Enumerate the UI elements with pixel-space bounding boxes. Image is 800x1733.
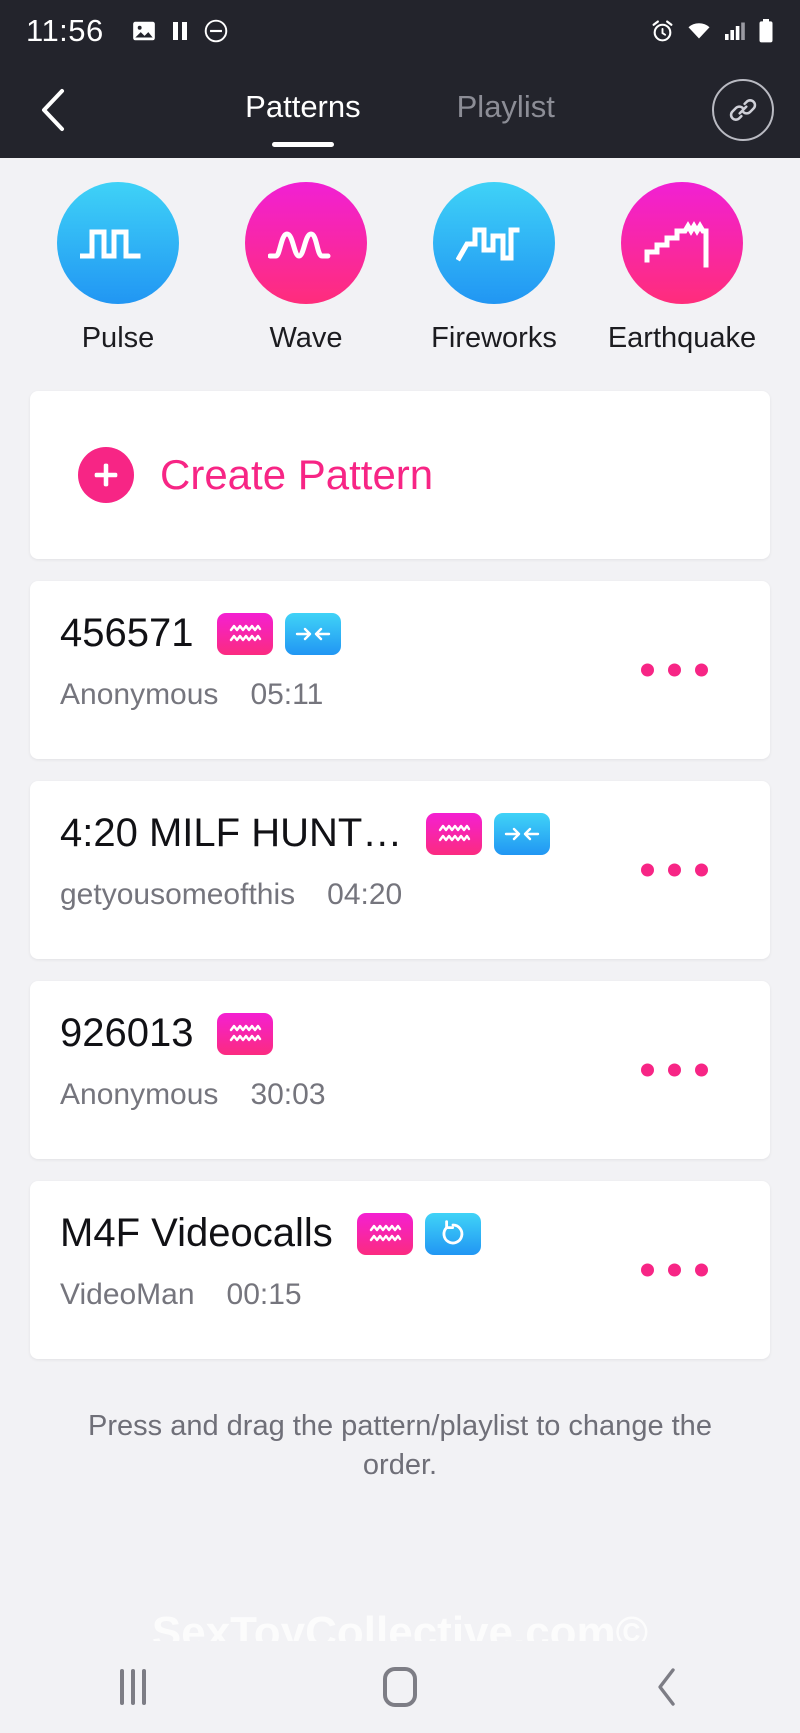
create-pattern-card[interactable]: Create Pattern	[30, 391, 770, 559]
wifi-icon	[686, 19, 712, 43]
status-bar: 11:56	[0, 0, 800, 62]
list-item[interactable]: M4F Videocalls VideoMan 00:15	[30, 1181, 770, 1359]
back-icon[interactable]	[612, 1652, 722, 1722]
fireworks-circle	[433, 182, 555, 304]
dot	[641, 1263, 654, 1277]
android-nav-bar	[0, 1641, 800, 1733]
status-time: 11:56	[26, 13, 104, 48]
list-item[interactable]: 456571 Anonymous 05:11	[30, 581, 770, 759]
list-item-header: 926013	[60, 1011, 740, 1056]
create-pattern-label: Create Pattern	[160, 451, 434, 498]
dot	[695, 1263, 708, 1277]
step-wave-icon	[456, 227, 520, 262]
plus-icon	[78, 447, 134, 503]
app-screen: 11:56 Patterns Playlist Pulse Wave Firew…	[0, 0, 800, 1733]
list-item-title: M4F Videocalls	[60, 1211, 333, 1255]
cellular-signal-icon	[723, 19, 747, 43]
recents-icon[interactable]	[78, 1652, 188, 1722]
tab-patterns-label: Patterns	[245, 89, 361, 124]
more-options-button[interactable]	[641, 1063, 708, 1077]
rotation-badge	[424, 1212, 481, 1255]
list-item-author: getyousomeofthis	[60, 878, 296, 911]
list-item-meta: getyousomeofthis 04:20	[60, 878, 740, 912]
tab-active-indicator	[271, 142, 334, 147]
home-icon[interactable]	[345, 1652, 455, 1722]
list-item-meta: Anonymous 30:03	[60, 1078, 740, 1112]
vibration-badge	[356, 1212, 413, 1255]
list-item-badges	[217, 1012, 274, 1055]
dot	[668, 1063, 681, 1077]
sine-wave-icon	[268, 231, 331, 259]
list-item-meta: Anonymous 05:11	[60, 678, 740, 712]
dot	[641, 1063, 654, 1077]
dot	[668, 663, 681, 677]
dot	[641, 863, 654, 877]
square-wave-icon	[80, 229, 141, 259]
battery-icon	[758, 18, 774, 44]
pause-icon	[170, 19, 190, 43]
contract-arrows-badge	[494, 812, 551, 855]
app-header: Patterns Playlist	[0, 62, 800, 158]
list-item-duration: 30:03	[250, 1078, 326, 1111]
pattern-presets-row: Pulse Wave Fireworks Earthquake	[0, 158, 800, 369]
pattern-preset-earthquake[interactable]: Earthquake	[588, 182, 776, 355]
pattern-preset-wave-label: Wave	[269, 322, 343, 354]
pulse-circle	[57, 182, 179, 304]
contract-arrows-badge	[285, 612, 342, 655]
list-item-header: 4:20 MILF HUNT…	[60, 811, 740, 856]
dot	[695, 863, 708, 877]
list-item-author: Anonymous	[60, 1078, 219, 1111]
list-item-duration: 04:20	[327, 878, 403, 911]
status-bar-left: 11:56	[26, 13, 229, 49]
list-item-badges	[426, 812, 551, 855]
recents-bars	[120, 1669, 147, 1705]
alarm-icon	[650, 19, 675, 44]
list-item[interactable]: 926013 Anonymous 30:03	[30, 981, 770, 1159]
pattern-preset-fireworks-label: Fireworks	[431, 322, 557, 354]
dot	[641, 663, 654, 677]
list-item-duration: 00:15	[226, 1278, 302, 1311]
tab-patterns[interactable]: Patterns	[245, 89, 361, 147]
pattern-preset-earthquake-label: Earthquake	[607, 322, 757, 354]
wave-circle	[245, 182, 367, 304]
more-options-button[interactable]	[641, 663, 708, 677]
tab-playlist-label: Playlist	[456, 89, 555, 124]
vibration-badge	[426, 812, 483, 855]
list-item-author: Anonymous	[60, 678, 219, 711]
list-item-header: M4F Videocalls	[60, 1211, 740, 1256]
drag-hint-text: Press and drag the pattern/playlist to c…	[88, 1410, 712, 1482]
list-item[interactable]: 4:20 MILF HUNT… getyousomeofthis 04:20	[30, 781, 770, 959]
dot	[668, 863, 681, 877]
list-item-title: 456571	[60, 611, 194, 655]
do-not-disturb-icon	[203, 18, 229, 44]
status-bar-right	[650, 18, 774, 44]
pattern-preset-pulse-label: Pulse	[81, 322, 155, 354]
dot	[695, 663, 708, 677]
list-item-duration: 05:11	[250, 678, 324, 711]
list-item-author: VideoMan	[60, 1278, 195, 1311]
home-square	[382, 1667, 417, 1707]
pattern-preset-wave[interactable]: Wave	[212, 182, 400, 355]
more-options-button[interactable]	[641, 863, 708, 877]
list-item-title: 4:20 MILF HUNT…	[60, 811, 403, 855]
earthquake-circle	[621, 182, 743, 304]
dot	[695, 1063, 708, 1077]
staircase-wave-icon	[644, 221, 709, 268]
pattern-preset-pulse[interactable]: Pulse	[24, 182, 212, 355]
vibration-badge	[217, 1012, 274, 1055]
list-item-header: 456571	[60, 611, 740, 656]
list-item-meta: VideoMan 00:15	[60, 1278, 740, 1312]
list-item-badges	[217, 612, 342, 655]
list-item-title: 926013	[60, 1011, 194, 1055]
list-item-badges	[356, 1212, 481, 1255]
dot	[668, 1263, 681, 1277]
tab-playlist[interactable]: Playlist	[457, 89, 555, 131]
link-button[interactable]	[712, 79, 774, 141]
pattern-preset-fireworks[interactable]: Fireworks	[400, 182, 588, 355]
header-tabs: Patterns Playlist	[0, 62, 800, 158]
header-back-button[interactable]	[26, 82, 82, 138]
vibration-badge	[217, 612, 274, 655]
more-options-button[interactable]	[641, 1263, 708, 1277]
image-icon	[131, 18, 157, 44]
